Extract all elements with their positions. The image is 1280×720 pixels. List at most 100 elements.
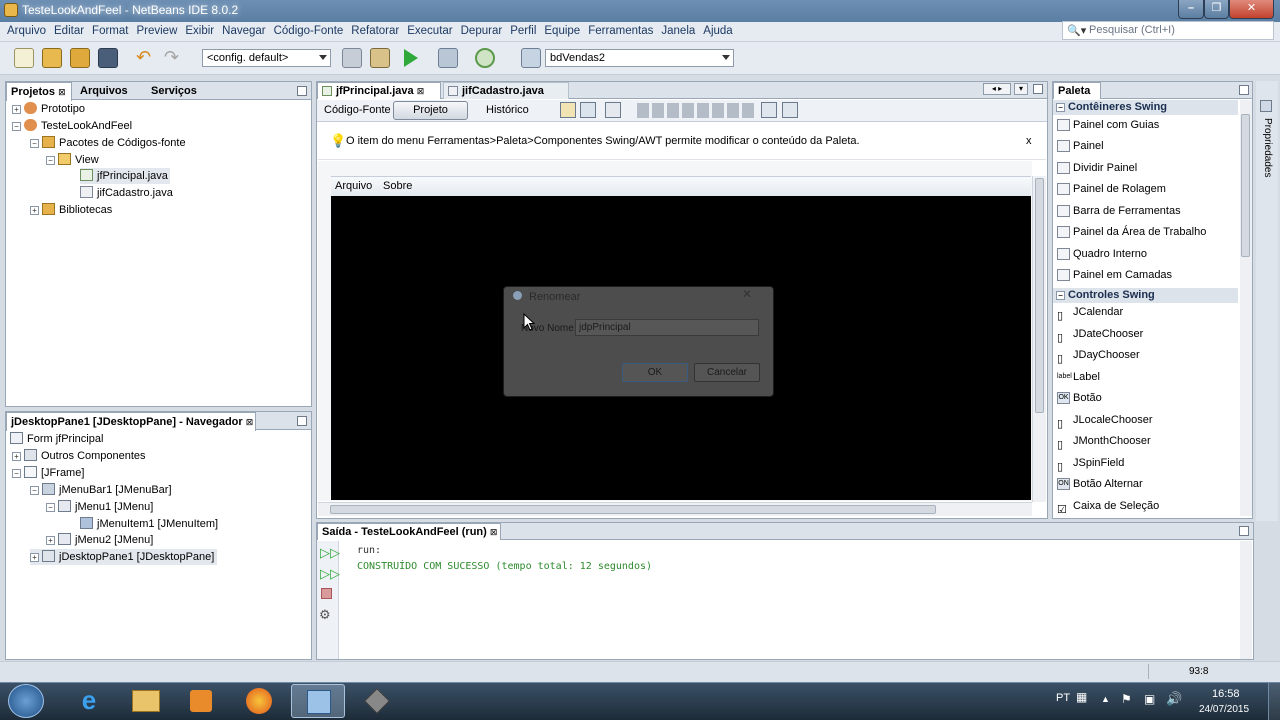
tab-jifcadastro[interactable]: jifCadastro.java xyxy=(443,82,569,99)
collapse-icon[interactable]: − xyxy=(1056,103,1065,112)
collapse-icon[interactable]: − xyxy=(30,486,39,495)
nav-node-jmenu1[interactable]: − jMenu1 [JMenu] xyxy=(46,499,153,515)
minimize-button[interactable]: – xyxy=(1178,0,1204,19)
menu-exibir[interactable]: Exibir xyxy=(181,22,218,41)
collapse-icon[interactable]: − xyxy=(1056,291,1065,300)
volume-icon[interactable]: 🔊 xyxy=(1166,691,1182,707)
new-file-icon[interactable] xyxy=(14,48,34,68)
tree-node-view[interactable]: − View xyxy=(46,152,99,168)
palette-scrollbar[interactable] xyxy=(1240,100,1252,516)
expand-icon[interactable]: + xyxy=(30,553,39,562)
palette-item[interactable]: ▯ JCalendar xyxy=(1055,302,1238,322)
palette-item[interactable]: Quadro Interno xyxy=(1055,244,1238,264)
tab-palette[interactable]: Paleta ⊠ xyxy=(1053,82,1101,112)
scrollbar-thumb[interactable] xyxy=(330,505,936,514)
nav-node-jmenu2[interactable]: + jMenu2 [JMenu] xyxy=(46,532,153,548)
action-center-icon[interactable]: ⚑ xyxy=(1121,692,1132,706)
nav-node-jmenubar[interactable]: − jMenuBar1 [JMenuBar] xyxy=(30,482,172,498)
redo-icon[interactable]: ↷ xyxy=(164,48,184,68)
open-project-icon[interactable] xyxy=(70,48,90,68)
palette-item[interactable]: ▯ JDayChooser xyxy=(1055,345,1238,365)
expand-icon[interactable]: + xyxy=(46,536,55,545)
view-tab-history[interactable]: Histórico xyxy=(486,104,529,116)
palette-item[interactable]: ▯ JMonthChooser xyxy=(1055,431,1238,451)
show-hidden-icons-icon[interactable]: ▲ xyxy=(1101,694,1110,704)
close-tab-icon[interactable]: ⊠ xyxy=(490,527,498,537)
menu-equipe[interactable]: Equipe xyxy=(540,22,584,41)
menu-navegar[interactable]: Navegar xyxy=(218,22,269,41)
stop-icon[interactable] xyxy=(321,588,332,599)
rerun-params-icon[interactable]: ▷▷ xyxy=(320,566,340,582)
canvas-vertical-scrollbar[interactable] xyxy=(1032,176,1046,502)
selection-mode-icon[interactable] xyxy=(560,102,576,118)
tree-node-source-packages[interactable]: − Pacotes de Códigos-fonte xyxy=(30,135,186,151)
dialog-close-button[interactable]: ✕ xyxy=(742,287,752,301)
maximize-editor-icon[interactable] xyxy=(1033,84,1043,94)
palette-item[interactable]: Painel com Guias xyxy=(1055,115,1238,135)
internet-explorer-icon[interactable]: e xyxy=(62,684,116,718)
profile-icon[interactable] xyxy=(475,48,495,68)
clean-build-icon[interactable] xyxy=(370,48,390,68)
run-icon[interactable] xyxy=(404,49,418,67)
expand-icon[interactable]: + xyxy=(30,206,39,215)
close-window-button[interactable]: ✕ xyxy=(1229,0,1274,19)
view-tab-source[interactable]: Código-Fonte xyxy=(324,104,391,116)
nav-node-jdesktoppane[interactable]: + jDesktopPane1 [JDesktopPane] xyxy=(30,549,218,565)
menu-preview[interactable]: Preview xyxy=(132,22,181,41)
palette-item[interactable]: ON Botão Alternar xyxy=(1055,474,1238,494)
menu-refatorar[interactable]: Refatorar xyxy=(347,22,403,41)
minimize-panel-icon[interactable] xyxy=(297,86,307,96)
output-scrollbar[interactable] xyxy=(1240,541,1252,659)
palette-item[interactable]: Painel de Rolagem xyxy=(1055,179,1238,199)
clock-time[interactable]: 16:58 xyxy=(1212,688,1240,700)
close-tab-icon[interactable]: ⊠ xyxy=(58,87,66,97)
preview-design-icon[interactable] xyxy=(605,102,621,118)
palette-category-containers[interactable]: − Contêineres Swing xyxy=(1053,100,1238,115)
database-icon[interactable] xyxy=(521,48,541,68)
palette-item[interactable]: Painel em Camadas xyxy=(1055,265,1238,285)
menu-arquivo[interactable]: Arquivo xyxy=(3,22,50,41)
close-tab-icon[interactable]: ⊠ xyxy=(417,86,425,96)
hint-close-button[interactable]: x xyxy=(1026,135,1032,147)
tab-scroll-arrows[interactable]: ◂ ▸ xyxy=(983,83,1011,95)
minimize-panel-icon[interactable] xyxy=(297,416,307,426)
nav-node-jmenuitem1[interactable]: jMenuItem1 [JMenuItem] xyxy=(80,516,218,532)
dialog-name-input[interactable]: jdpPrincipal xyxy=(575,319,759,336)
project-combo[interactable]: bdVendas2 xyxy=(545,49,734,67)
tab-arquivos[interactable]: Arquivos xyxy=(76,82,144,101)
expand-icon[interactable]: + xyxy=(12,452,21,461)
collapse-icon[interactable]: − xyxy=(12,122,21,131)
tab-servicos[interactable]: Serviços xyxy=(147,82,207,101)
dialog-cancel-button[interactable]: Cancelar xyxy=(694,363,760,382)
build-hammer-icon[interactable] xyxy=(342,48,362,68)
form-menu-arquivo[interactable]: Arquivo xyxy=(335,180,372,192)
network-icon[interactable]: ▣ xyxy=(1144,692,1155,706)
save-all-icon[interactable] xyxy=(98,48,118,68)
menu-editar[interactable]: Editar xyxy=(50,22,88,41)
java-app-icon[interactable] xyxy=(350,684,404,718)
palette-item[interactable]: ▯ JLocaleChooser xyxy=(1055,410,1238,430)
menu-perfil[interactable]: Perfil xyxy=(506,22,540,41)
minimize-panel-icon[interactable] xyxy=(1239,526,1249,536)
firefox-icon[interactable] xyxy=(232,684,286,718)
file-explorer-icon[interactable] xyxy=(118,684,172,718)
netbeans-taskbar-icon[interactable] xyxy=(291,684,345,718)
menu-executar[interactable]: Executar xyxy=(403,22,456,41)
scrollbar-thumb[interactable] xyxy=(1241,114,1250,257)
start-button[interactable] xyxy=(8,684,44,718)
palette-category-controls[interactable]: − Controles Swing xyxy=(1053,288,1238,303)
expand-icon[interactable]: + xyxy=(12,105,21,114)
menu-janela[interactable]: Janela xyxy=(657,22,699,41)
menu-depurar[interactable]: Depurar xyxy=(457,22,507,41)
palette-item[interactable]: label Label xyxy=(1055,367,1238,387)
tree-node-testelookandfeel[interactable]: − TesteLookAndFeel xyxy=(12,118,132,134)
debug-icon[interactable] xyxy=(438,48,458,68)
properties-side-tab[interactable]: Propriedades xyxy=(1262,118,1273,177)
tree-node-prototipo[interactable]: + Prototipo xyxy=(12,101,85,117)
scrollbar-thumb[interactable] xyxy=(1035,178,1044,413)
minimize-panel-icon[interactable] xyxy=(1239,85,1249,95)
resize-vertical-icon[interactable] xyxy=(782,102,798,118)
maximize-button[interactable]: ❐ xyxy=(1204,0,1229,19)
collapse-icon[interactable]: − xyxy=(30,139,39,148)
menu-format[interactable]: Format xyxy=(88,22,132,41)
